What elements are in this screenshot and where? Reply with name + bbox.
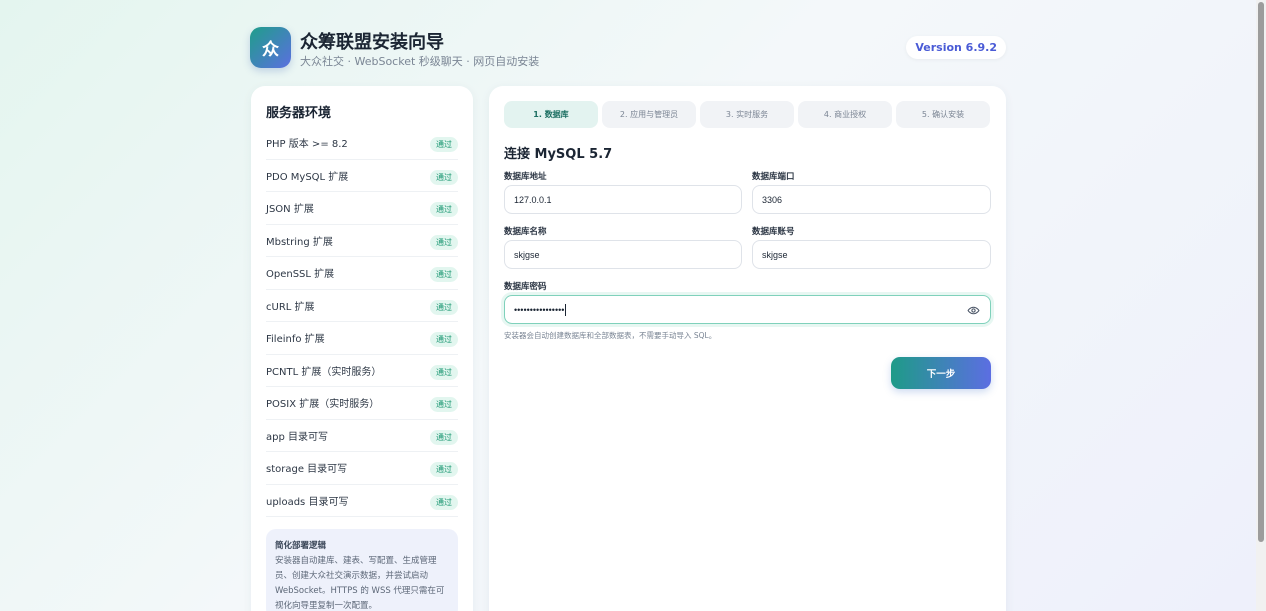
- status-badge: 通过: [430, 429, 458, 445]
- check-item-uploads-writable: uploads 目录可写 通过: [266, 485, 458, 517]
- page-subtitle: 大众社交 · WebSocket 秒级聊天 · 网页自动安装: [300, 55, 540, 68]
- eye-icon[interactable]: [967, 304, 980, 317]
- status-badge: 通过: [430, 267, 458, 283]
- check-label: storage 目录可写: [266, 464, 348, 476]
- installer-page: 众 众筹联盟安装向导 大众社交 · WebSocket 秒级聊天 · 网页自动安…: [0, 0, 1256, 611]
- environment-panel: 服务器环境 PHP 版本 >= 8.2 通过 PDO MySQL 扩展 通过 J…: [251, 86, 473, 611]
- status-badge: 通过: [430, 202, 458, 218]
- check-label: cURL 扩展: [266, 301, 315, 313]
- check-item-app-writable: app 目录可写 通过: [266, 420, 458, 452]
- status-badge: 通过: [430, 169, 458, 185]
- db-password-input[interactable]: ••••••••••••••••: [504, 295, 991, 324]
- db-name-label: 数据库名称: [504, 227, 547, 237]
- db-password-label: 数据库密码: [504, 282, 547, 292]
- check-label: Mbstring 扩展: [266, 236, 333, 248]
- step-tab-database[interactable]: 1. 数据库: [504, 101, 598, 128]
- db-name-input[interactable]: skjgse: [504, 240, 742, 269]
- db-password-value: ••••••••••••••••: [514, 304, 565, 315]
- check-label: Fileinfo 扩展: [266, 334, 325, 346]
- step-tab-license[interactable]: 4. 商业授权: [798, 101, 892, 128]
- db-host-input[interactable]: 127.0.0.1: [504, 185, 742, 214]
- check-label: JSON 扩展: [266, 204, 314, 216]
- environment-title: 服务器环境: [266, 106, 332, 121]
- check-item-php-version: PHP 版本 >= 8.2 通过: [266, 127, 458, 160]
- status-badge: 通过: [430, 494, 458, 510]
- check-item-storage-writable: storage 目录可写 通过: [266, 452, 458, 485]
- scrollbar-thumb[interactable]: [1258, 2, 1264, 542]
- deploy-note-title: 简化部署逻辑: [275, 541, 327, 551]
- db-user-label: 数据库账号: [752, 227, 795, 237]
- check-item-pcntl: PCNTL 扩展（实时服务） 通过: [266, 355, 458, 387]
- header: 众 众筹联盟安装向导 大众社交 · WebSocket 秒级聊天 · 网页自动安…: [250, 27, 1006, 69]
- page-title: 众筹联盟安装向导: [300, 32, 444, 53]
- page-scrollbar[interactable]: [1256, 0, 1266, 611]
- next-button[interactable]: 下一步: [891, 357, 991, 389]
- check-label: uploads 目录可写: [266, 496, 349, 508]
- app-logo: 众: [250, 27, 291, 68]
- check-label: PCNTL 扩展（实时服务）: [266, 366, 382, 378]
- step-tab-realtime[interactable]: 3. 实时服务: [700, 101, 794, 128]
- status-badge: 通过: [430, 332, 458, 348]
- wizard-steps: 1. 数据库 2. 应用与管理员 3. 实时服务 4. 商业授权 5. 确认安装: [504, 101, 991, 128]
- db-host-label: 数据库地址: [504, 172, 547, 182]
- check-item-openssl: OpenSSL 扩展 通过: [266, 257, 458, 290]
- db-port-input[interactable]: 3306: [752, 185, 991, 214]
- form-hint: 安装器会自动创建数据库和全部数据表，不需要手动导入 SQL。: [504, 331, 717, 340]
- check-item-posix: POSIX 扩展（实时服务） 通过: [266, 387, 458, 420]
- text-caret: [565, 303, 567, 316]
- check-item-fileinfo: Fileinfo 扩展 通过: [266, 322, 458, 355]
- step-tab-app-admin[interactable]: 2. 应用与管理员: [602, 101, 696, 128]
- status-badge: 通过: [430, 462, 458, 478]
- check-label: POSIX 扩展（实时服务）: [266, 399, 380, 411]
- status-badge: 通过: [430, 137, 458, 153]
- check-item-mbstring: Mbstring 扩展 通过: [266, 225, 458, 257]
- status-badge: 通过: [430, 364, 458, 380]
- check-label: PDO MySQL 扩展: [266, 171, 349, 183]
- status-badge: 通过: [430, 299, 458, 315]
- check-item-curl: cURL 扩展 通过: [266, 290, 458, 322]
- wizard-panel: 1. 数据库 2. 应用与管理员 3. 实时服务 4. 商业授权 5. 确认安装…: [489, 86, 1006, 611]
- deploy-note-body: 安装器自动建库、建表、写配置、生成管理员、创建大众社交演示数据，并尝试启动 We…: [275, 556, 445, 611]
- db-user-input[interactable]: skjgse: [752, 240, 991, 269]
- check-label: app 目录可写: [266, 431, 329, 443]
- step-tab-confirm[interactable]: 5. 确认安装: [896, 101, 990, 128]
- section-title: 连接 MySQL 5.7: [504, 147, 613, 162]
- status-badge: 通过: [430, 397, 458, 413]
- db-port-label: 数据库端口: [752, 172, 795, 182]
- check-label: PHP 版本 >= 8.2: [266, 139, 348, 151]
- check-item-pdo-mysql: PDO MySQL 扩展 通过: [266, 160, 458, 192]
- check-item-json: JSON 扩展 通过: [266, 192, 458, 225]
- status-badge: 通过: [430, 234, 458, 250]
- version-badge: Version 6.9.2: [906, 36, 1006, 59]
- deploy-note: 简化部署逻辑 安装器自动建库、建表、写配置、生成管理员、创建大众社交演示数据，并…: [266, 529, 458, 611]
- check-label: OpenSSL 扩展: [266, 269, 335, 281]
- environment-check-list: PHP 版本 >= 8.2 通过 PDO MySQL 扩展 通过 JSON 扩展…: [266, 127, 458, 517]
